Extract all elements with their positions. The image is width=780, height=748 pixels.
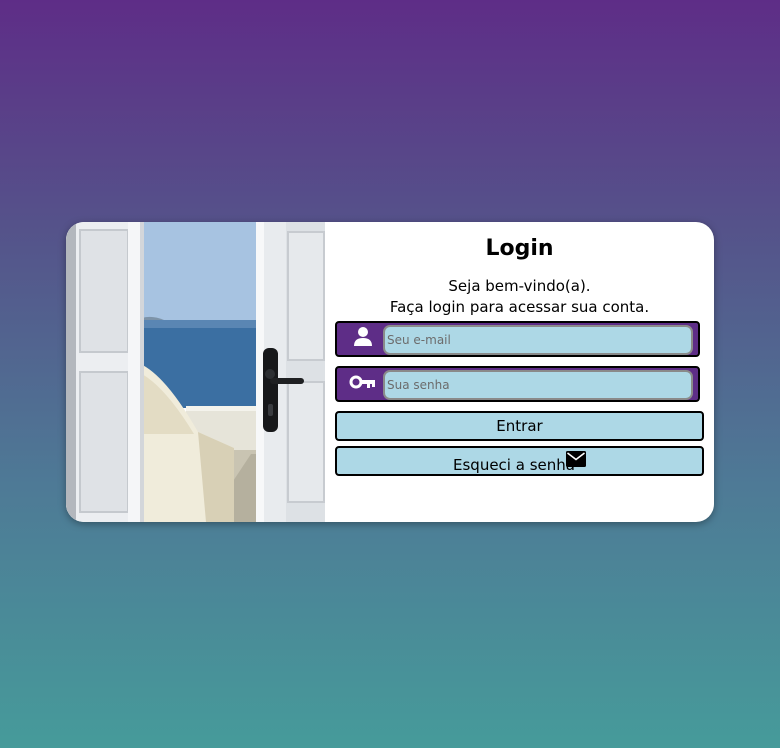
page-title: Login xyxy=(485,236,554,261)
user-icon xyxy=(354,327,372,346)
email-field-group xyxy=(335,321,700,357)
envelope-icon xyxy=(566,451,586,467)
welcome-line: Seja bem-vindo(a). xyxy=(448,277,591,295)
forgot-password-label: Esqueci a senha xyxy=(453,456,575,474)
email-input[interactable] xyxy=(383,325,693,355)
login-panel: Login Seja bem-vindo(a). Faça login para… xyxy=(325,222,714,522)
password-input[interactable] xyxy=(383,370,693,400)
login-instruction: Faça login para acessar sua conta. xyxy=(389,298,650,316)
login-card: Login Seja bem-vindo(a). Faça login para… xyxy=(66,222,714,522)
welcome-message: Seja bem-vindo(a). Faça login para acess… xyxy=(325,276,714,318)
key-icon xyxy=(349,375,375,389)
forgot-password-button[interactable]: Esqueci a senha xyxy=(335,446,704,476)
submit-button[interactable]: Entrar xyxy=(335,411,704,441)
password-field-group xyxy=(335,366,700,402)
open-door-image xyxy=(66,222,325,522)
